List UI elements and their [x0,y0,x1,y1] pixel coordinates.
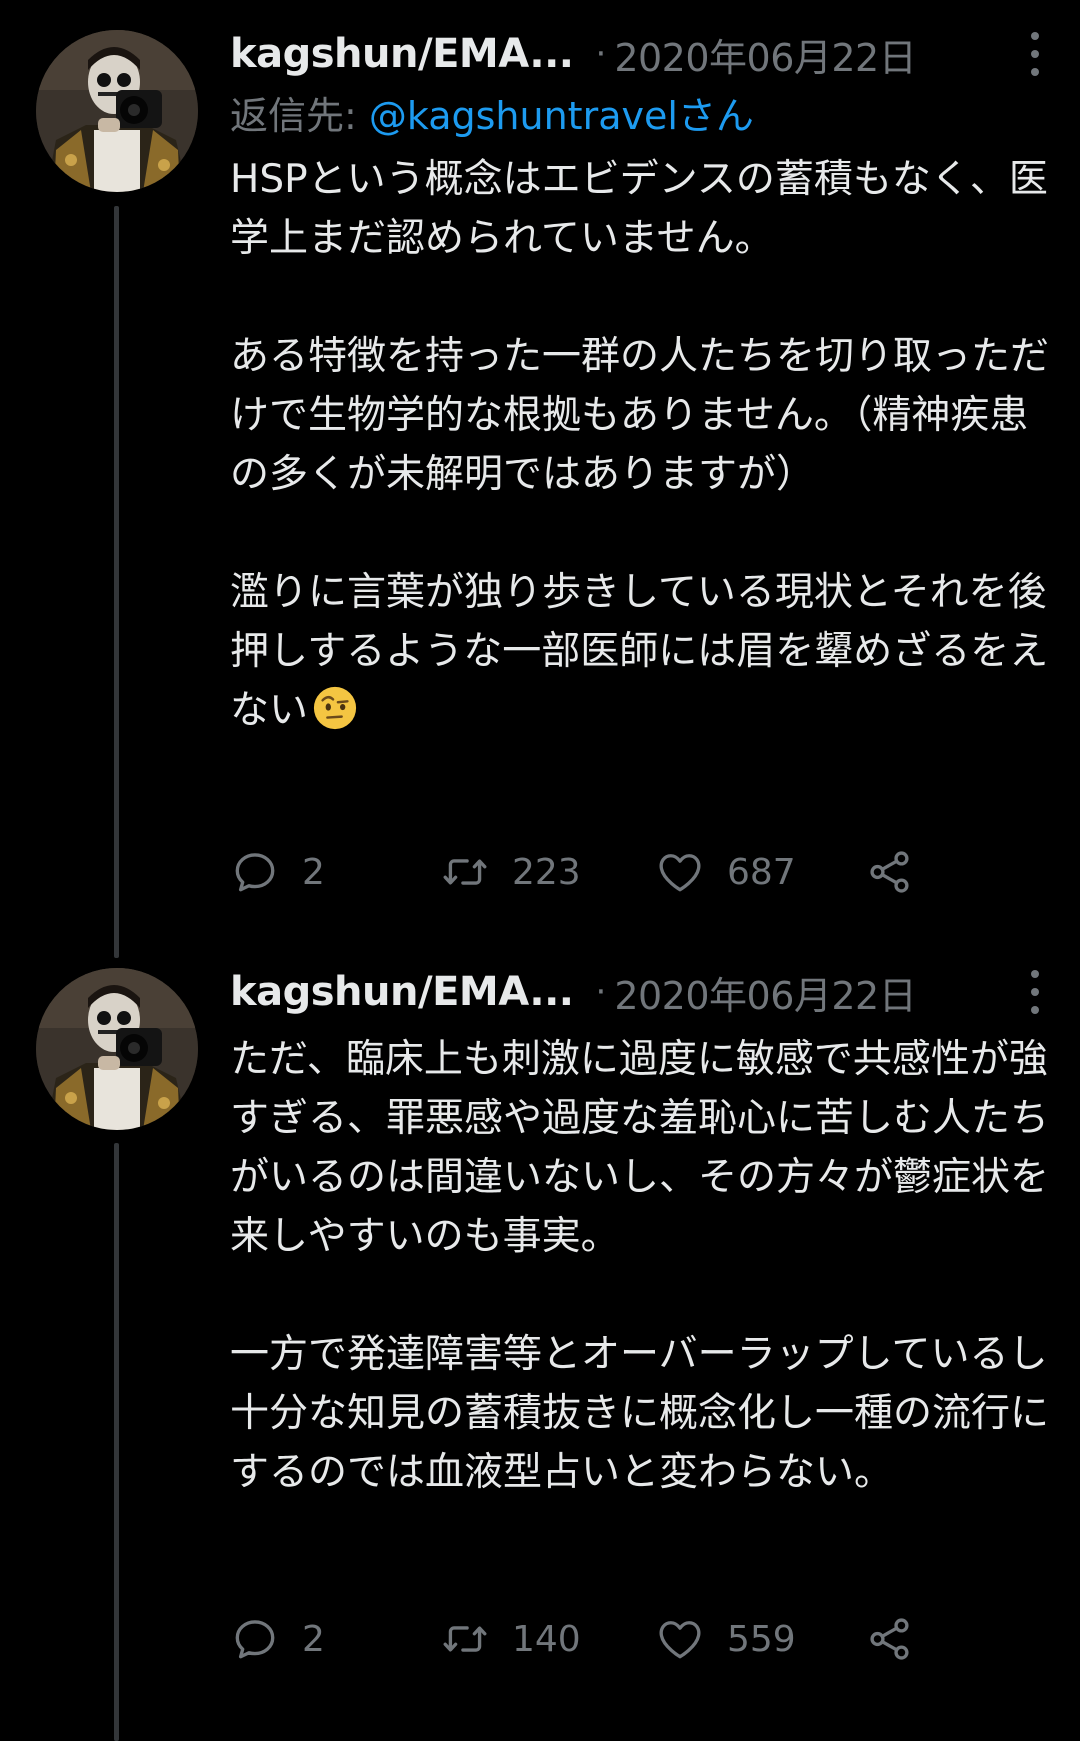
reply-button[interactable]: 2 [230,1609,325,1669]
display-name[interactable]: kagshun/EMA... [230,31,574,77]
tweet-text-body: HSPという概念はエビデンスの蓄積もなく、医学上まだ認められていません。 ある特… [230,157,1050,733]
separator-dot: · [595,972,607,1012]
display-name[interactable]: kagshun/EMA... [230,969,574,1015]
avatar-photo [36,968,198,1130]
tweet[interactable]: kagshun/EMA... · 2020年06月22日 返信先: @kagsh… [0,0,1080,968]
reply-icon [235,853,275,892]
timestamp[interactable]: 2020年06月22日 [614,965,916,1020]
retweet-icon [443,859,487,885]
like-count: 687 [727,851,796,893]
avatar[interactable] [36,30,198,192]
tweet[interactable]: kagshun/EMA... · 2020年06月22日 ただ、臨床上も刺激に過… [0,968,1080,1741]
more-options-icon[interactable] [1020,32,1050,76]
like-count: 559 [727,1618,796,1660]
reply-to-suffix: さん [677,94,754,138]
tweet-actions: 2 140 559 [230,1609,930,1669]
tweet-text: HSPという概念はエビデンスの蓄積もなく、医学上まだ認められていません。 ある特… [230,150,1050,740]
more-options-icon[interactable] [1020,970,1050,1014]
tweet-content: kagshun/EMA... · 2020年06月22日 ただ、臨床上も刺激に過… [230,960,1050,1502]
reply-icon [235,1620,275,1659]
thread-line [114,1143,119,1741]
face-with-raised-eyebrow-icon [313,686,357,730]
retweet-count: 223 [512,851,581,893]
tweet-header: kagshun/EMA... · 2020年06月22日 [230,22,1050,86]
retweet-button[interactable]: 223 [440,842,581,902]
like-button[interactable]: 687 [655,842,796,902]
reply-to-mention[interactable]: @kagshuntravel [369,94,678,138]
tweet-actions: 2 223 687 [230,842,930,902]
reply-to-line: 返信先: @kagshuntravelさん [230,86,1050,146]
timestamp[interactable]: 2020年06月22日 [614,27,916,82]
heart-icon [659,1621,701,1659]
reply-count: 2 [302,1618,325,1660]
like-button[interactable]: 559 [655,1609,796,1669]
tweet-content: kagshun/EMA... · 2020年06月22日 返信先: @kagsh… [230,22,1050,740]
share-button[interactable] [865,1609,915,1669]
separator-dot: · [595,34,607,74]
avatar[interactable] [36,968,198,1130]
reply-to-prefix: 返信先: [230,94,369,138]
reply-count: 2 [302,851,325,893]
share-button[interactable] [865,842,915,902]
tweet-text: ただ、臨床上も刺激に過度に敏感で共感性が強すぎる、罪悪感や過度な羞恥心に苦しむ人… [230,1037,1050,1495]
avatar-photo [36,30,198,192]
retweet-icon [443,1626,487,1652]
reply-button[interactable]: 2 [230,842,325,902]
thread-line [114,206,119,958]
tweet-header: kagshun/EMA... · 2020年06月22日 [230,960,1050,1024]
heart-icon [659,854,701,892]
share-icon [870,1618,909,1660]
retweet-button[interactable]: 140 [440,1609,581,1669]
share-icon [870,851,909,893]
retweet-count: 140 [512,1618,581,1660]
